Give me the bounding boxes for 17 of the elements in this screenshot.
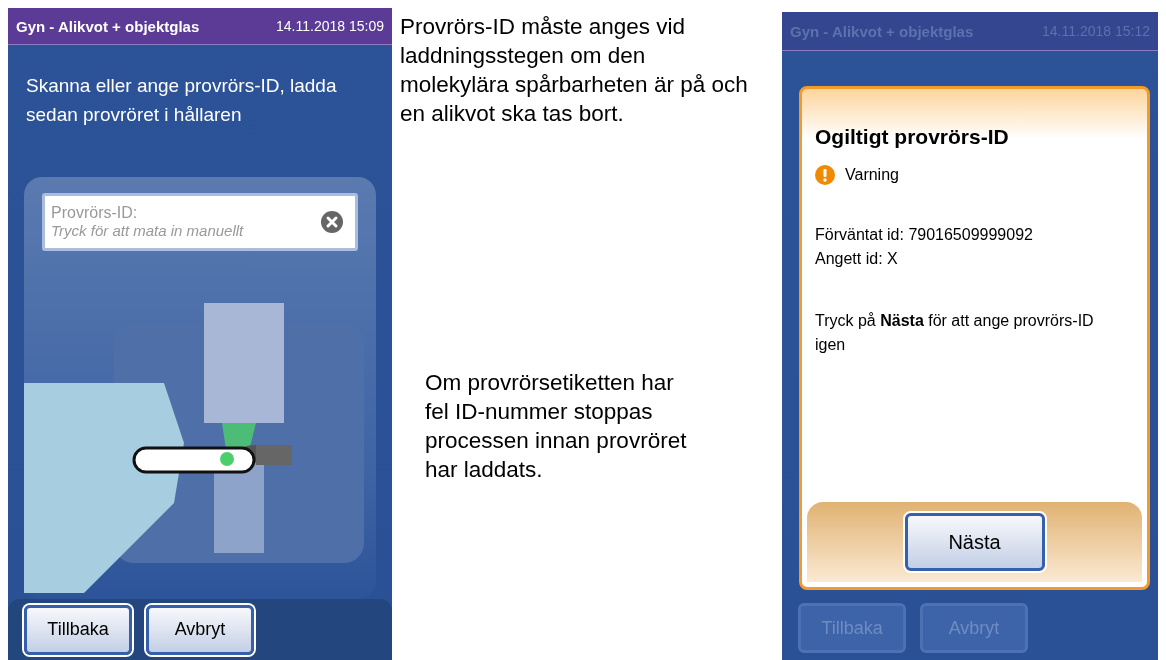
manual-entry-input[interactable]: Tryck för att mata in manuellt <box>51 222 301 240</box>
warning-icon <box>815 165 835 185</box>
date-time: 14.11.2018 15:09 <box>276 18 384 34</box>
id-line: Förväntat id: 79016509999092 <box>815 225 1034 245</box>
field-label: Provrörs-ID: <box>51 204 139 223</box>
screen-button[interactable]: Avbryt <box>146 604 254 655</box>
screen-button[interactable]: Tillbaka <box>24 604 132 655</box>
clear-icon[interactable] <box>321 210 343 233</box>
screen-title: Gyn - Alikvot + objektglas <box>16 17 200 35</box>
caption-text: Provrörs-ID måste anges vid laddningsstegen om den molekylära spårbarheten är på och en alikvot ska tas bort. <box>399 13 749 128</box>
id-line: Angett id: X <box>815 249 899 269</box>
next-button[interactable]: Nästa <box>904 513 1045 571</box>
instruction-text: Skanna eller ange provrörs-ID, ladda sedan provröret i hållaren <box>25 74 338 127</box>
dialog-message: Tryck på Nästa för att ange provrörs-ID igen <box>814 311 1095 355</box>
severity-label: Varning <box>845 166 899 184</box>
dialog-title: Ogiltigt provrörs-ID <box>814 124 1010 149</box>
caption-text: Om provrörsetiketten har fel ID-nummer stoppas processen innan provröret har laddats. <box>424 369 688 484</box>
